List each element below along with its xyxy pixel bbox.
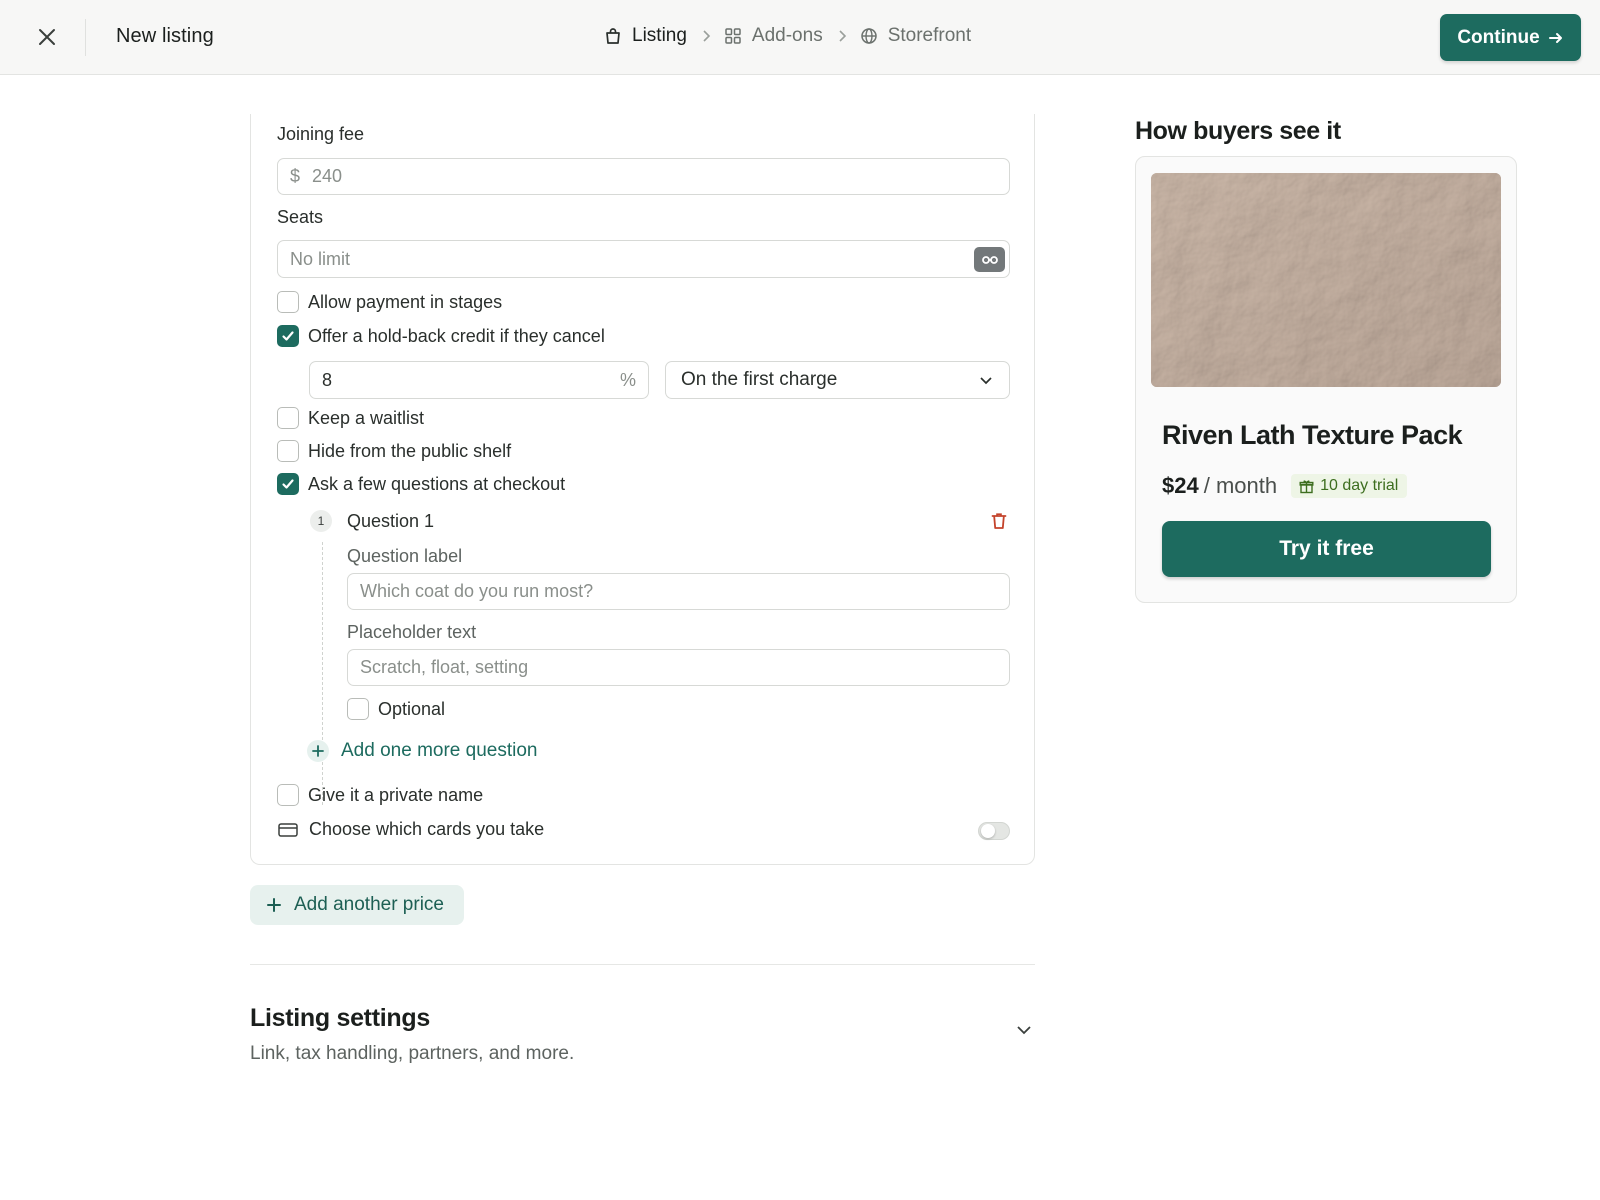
cards-label: Choose which cards you take <box>309 819 545 839</box>
preview-heading: How buyers see it <box>1135 117 1341 145</box>
placeholder-text-label: Placeholder text <box>347 622 477 642</box>
option-waitlist[interactable]: Keep a waitlist <box>277 407 424 429</box>
product-image <box>1151 173 1501 387</box>
unlimited-toggle-button[interactable] <box>974 247 1005 272</box>
step-listing[interactable]: Listing <box>604 25 687 47</box>
holdback-value: 8 <box>322 369 333 390</box>
step-storefront[interactable]: Storefront <box>860 25 971 47</box>
step-label: Add-ons <box>751 25 823 46</box>
checkbox[interactable] <box>277 440 299 462</box>
shopping-bag-icon <box>606 28 620 44</box>
chevron-right-icon <box>837 29 847 43</box>
expand-settings-button[interactable] <box>1012 1018 1036 1042</box>
joining-fee-label: Joining fee <box>277 124 365 144</box>
section-divider <box>250 964 1035 965</box>
option-private-name[interactable]: Give it a private name <box>277 784 483 806</box>
add-price-button[interactable]: Add another price <box>250 885 464 925</box>
percent-suffix: % <box>619 369 636 390</box>
option-label: Ask a few questions at checkout <box>308 473 566 494</box>
page-title: New listing <box>116 25 214 47</box>
option-hide-public[interactable]: Hide from the public shelf <box>277 440 511 462</box>
trial-label: 10 day trial <box>1320 477 1399 494</box>
chevron-down-icon <box>980 377 992 385</box>
step-label: Listing <box>632 25 687 46</box>
option-label: Offer a hold-back credit if they cancel <box>308 325 605 346</box>
header-divider <box>85 19 86 56</box>
add-question-button[interactable]: Add one more question <box>307 740 537 762</box>
holdback-percent-input[interactable]: 8 % <box>309 361 649 399</box>
option-label: Optional <box>378 698 446 719</box>
cards-toggle[interactable] <box>978 822 1010 840</box>
holdback-timing-value: On the first charge <box>681 369 838 390</box>
question-label-input[interactable]: Which coat do you run most? <box>347 573 1010 610</box>
option-label: Hide from the public shelf <box>308 440 512 461</box>
close-button[interactable] <box>34 24 60 50</box>
price-card: Joining fee $ 240 Seats No limit Allow p… <box>250 114 1035 865</box>
close-icon <box>39 29 55 45</box>
option-holdback-credit[interactable]: Offer a hold-back credit if they cancel <box>277 325 605 347</box>
option-label: Allow payment in stages <box>308 291 503 312</box>
placeholder-text-input[interactable]: Scratch, float, setting <box>347 649 1010 686</box>
checkbox[interactable] <box>277 407 299 429</box>
question-label-label: Question label <box>347 546 463 566</box>
continue-label: Continue <box>1457 26 1540 48</box>
try-free-label: Try it free <box>1279 537 1374 560</box>
step-breadcrumb: Listing Add-ons Storefront <box>604 25 971 47</box>
plus-icon <box>267 898 281 912</box>
checkbox[interactable] <box>277 784 299 806</box>
joining-fee-placeholder: 240 <box>312 166 343 186</box>
continue-button[interactable]: Continue <box>1440 14 1581 61</box>
cards-accepted-row: Choose which cards you take <box>278 819 544 840</box>
question-guide-line <box>322 542 323 805</box>
infinity-icon <box>981 255 998 264</box>
price-line: $24 / month 10 day trial <box>1162 473 1408 499</box>
checkbox-checked[interactable] <box>277 473 299 495</box>
question-label-placeholder: Which coat do you run most? <box>360 581 594 601</box>
gift-icon <box>1299 479 1314 493</box>
step-label: Storefront <box>887 25 972 46</box>
globe-icon <box>860 28 877 44</box>
question-number: 1 <box>310 510 332 532</box>
currency-prefix: $ <box>290 166 301 186</box>
top-bar: New listing Listing Add-ons Storefront C… <box>0 0 1600 75</box>
listing-settings-subtitle: Link, tax handling, partners, and more. <box>250 1043 575 1064</box>
add-price-label: Add another price <box>294 894 444 915</box>
option-payment-stages[interactable]: Allow payment in stages <box>277 291 502 313</box>
grid-icon <box>725 28 741 44</box>
seats-placeholder: No limit <box>290 248 351 269</box>
seats-input[interactable]: No limit <box>277 240 1010 278</box>
trial-badge: 10 day trial <box>1291 474 1408 498</box>
trash-icon <box>991 513 1007 529</box>
price-period: / month <box>1203 473 1278 498</box>
credit-card-icon <box>278 822 298 837</box>
toggle-knob <box>981 824 995 838</box>
joining-fee-input[interactable]: $ 240 <box>277 158 1010 195</box>
holdback-timing-select[interactable]: On the first charge <box>665 361 1010 399</box>
option-question-optional[interactable]: Optional <box>347 698 445 720</box>
option-label: Keep a waitlist <box>308 407 425 428</box>
checkbox[interactable] <box>347 698 369 720</box>
delete-question-button[interactable] <box>988 510 1010 532</box>
check-icon <box>282 331 294 341</box>
option-checkout-questions[interactable]: Ask a few questions at checkout <box>277 473 565 495</box>
seats-label: Seats <box>277 207 324 227</box>
checkbox-checked[interactable] <box>277 325 299 347</box>
listing-settings-title: Listing settings <box>250 1004 430 1032</box>
arrow-right-icon <box>1548 32 1562 43</box>
option-label: Give it a private name <box>308 784 484 805</box>
placeholder-text-placeholder: Scratch, float, setting <box>360 657 529 677</box>
price-amount: $24 <box>1162 473 1199 498</box>
check-icon <box>282 479 294 489</box>
checkbox[interactable] <box>277 291 299 313</box>
add-question-label: Add one more question <box>341 740 538 761</box>
step-add-ons[interactable]: Add-ons <box>724 25 823 47</box>
chevron-down-icon <box>1017 1026 1031 1035</box>
plus-icon <box>307 740 329 762</box>
chevron-right-icon <box>701 29 711 43</box>
question-title: Question 1 <box>347 511 435 531</box>
preview-card: Riven Lath Texture Pack $24 / month 10 d… <box>1135 156 1517 603</box>
product-name: Riven Lath Texture Pack <box>1162 420 1463 450</box>
try-free-button[interactable]: Try it free <box>1162 521 1491 577</box>
